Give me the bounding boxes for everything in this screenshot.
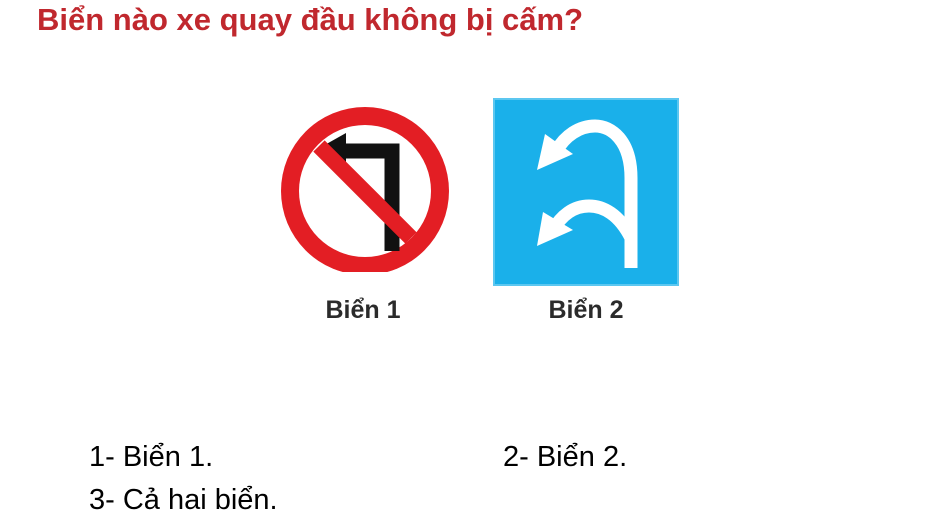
answer-option-1[interactable]: 1- Biển 1. — [89, 441, 213, 474]
u-turn-lane-sign-icon — [493, 98, 679, 286]
no-left-turn-sign-icon — [272, 86, 458, 272]
answer-option-2[interactable]: 2- Biển 2. — [503, 441, 627, 474]
question-title: Biển nào xe quay đầu không bị cấm? — [37, 2, 584, 37]
sign-1-caption: Biển 1 — [325, 296, 401, 324]
answer-option-3[interactable]: 3- Cả hai biển. — [89, 484, 278, 517]
sign-2-caption: Biển 2 — [548, 296, 624, 324]
